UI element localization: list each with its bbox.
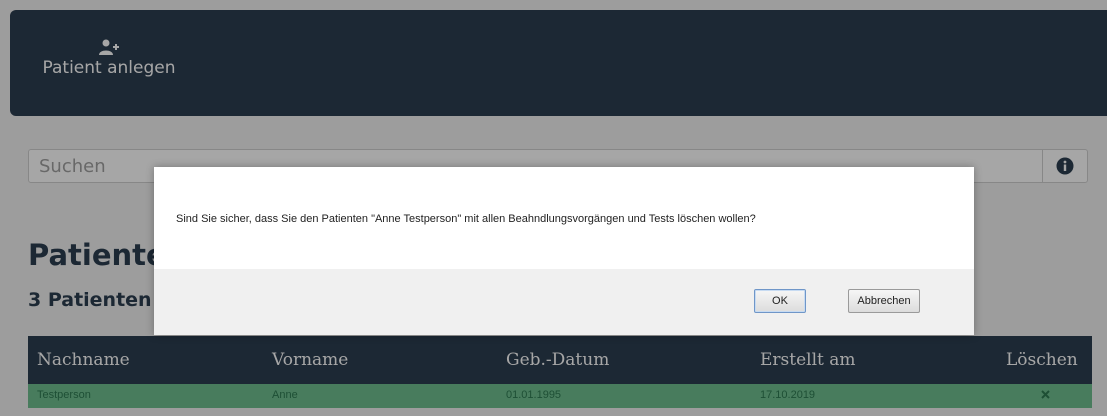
dialog-footer: OK Abbrechen	[154, 269, 974, 335]
dialog-message: Sind Sie sicher, dass Sie den Patienten …	[176, 213, 756, 225]
confirm-delete-dialog: Sind Sie sicher, dass Sie den Patienten …	[154, 167, 974, 335]
cancel-button[interactable]: Abbrechen	[848, 289, 920, 313]
ok-button[interactable]: OK	[754, 289, 806, 313]
